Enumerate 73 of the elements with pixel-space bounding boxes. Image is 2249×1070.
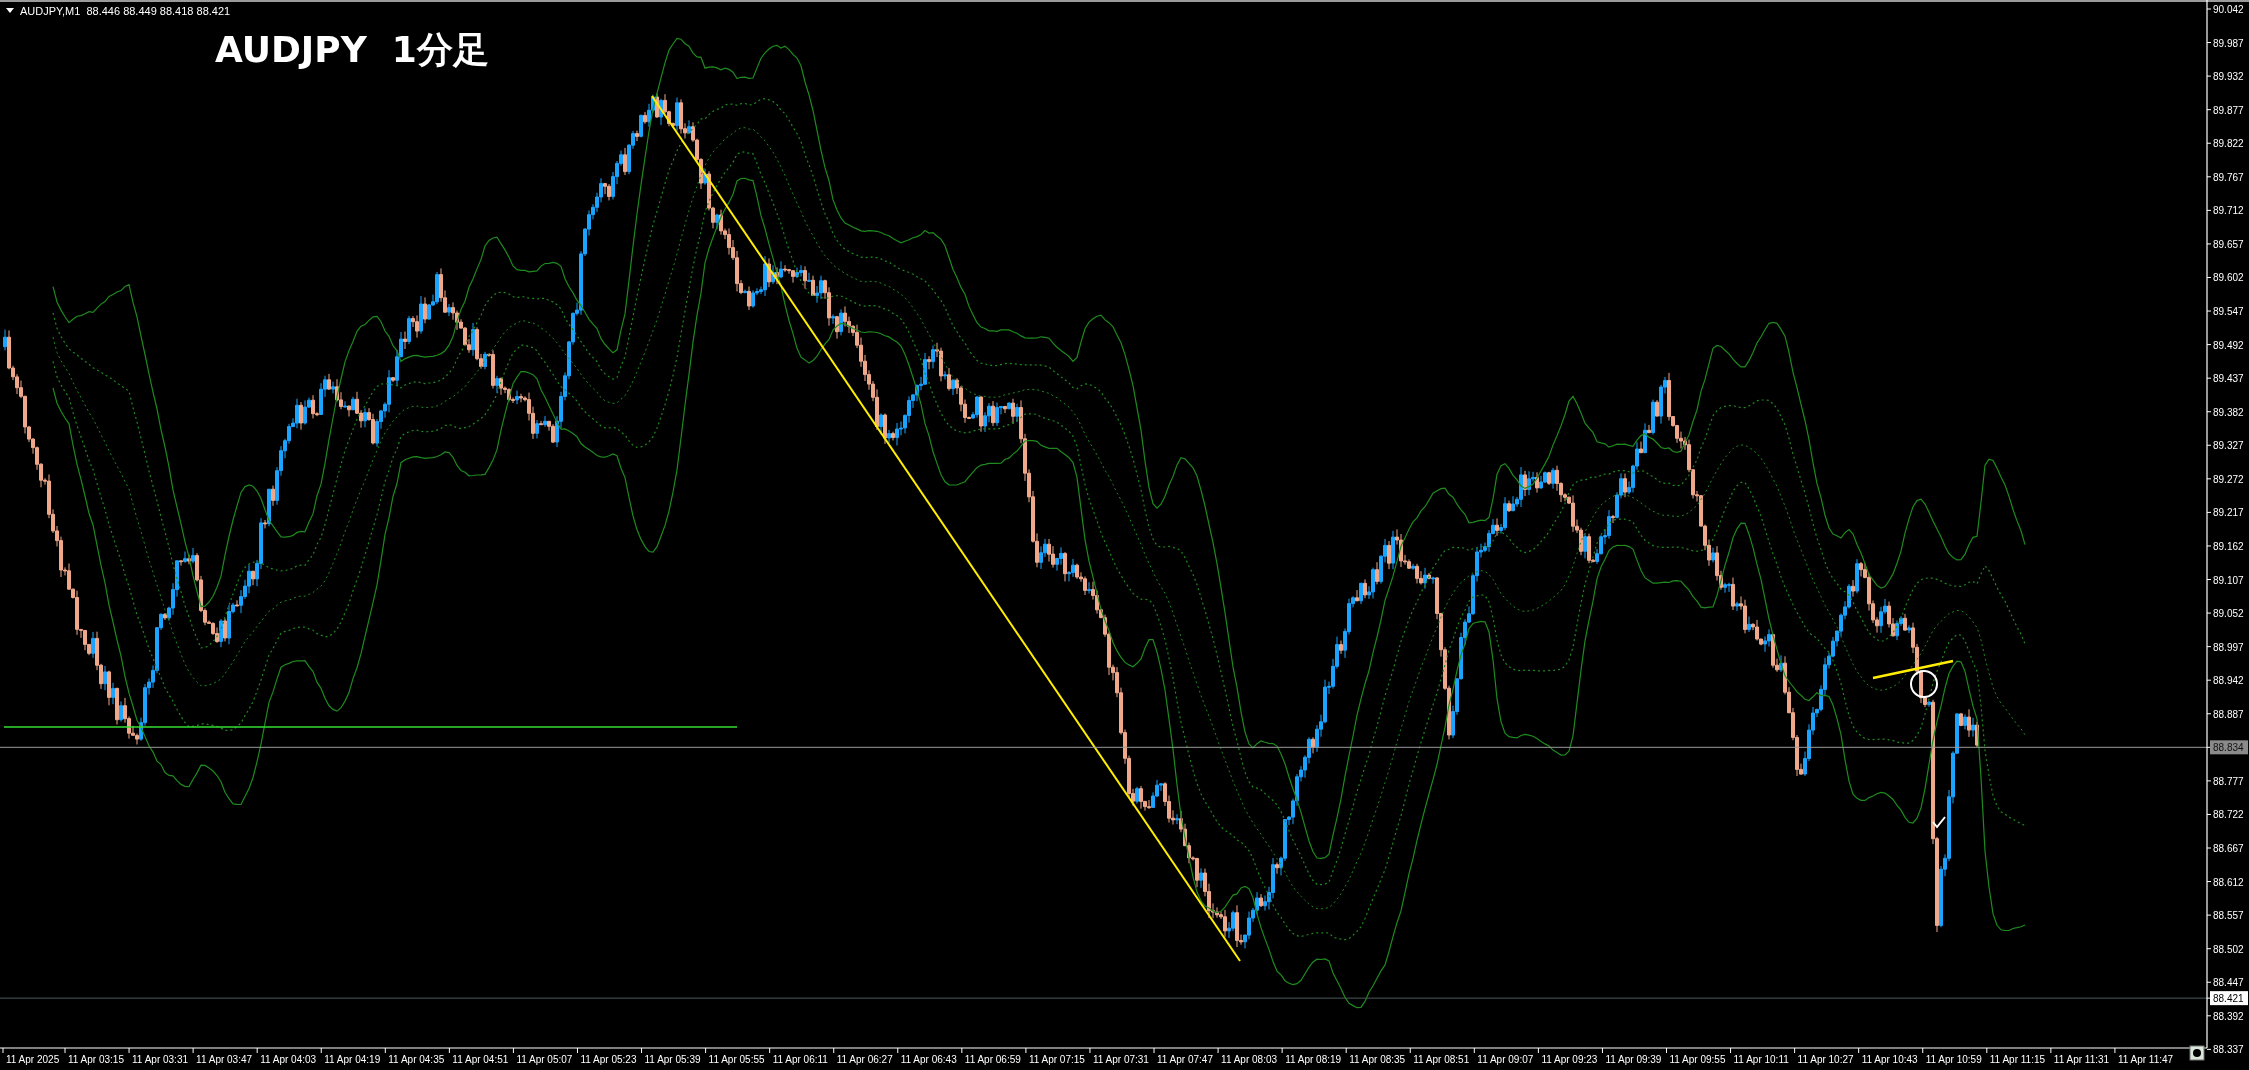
time-label: 11 Apr 08:51 [1413,1054,1470,1065]
time-label: 11 Apr 11:47 [2117,1054,2174,1065]
price-label: 89.712 [2213,205,2244,217]
check-icon [1932,816,1946,829]
time-label: 11 Apr 05:55 [708,1054,765,1065]
price-label: 88.557 [2213,910,2244,922]
time-label: 11 Apr 04:35 [388,1054,445,1065]
time-label: 11 Apr 07:47 [1157,1054,1213,1065]
price-label: 89.657 [2213,238,2244,250]
time-label: 11 Apr 04:03 [260,1054,317,1065]
time-label: 11 Apr 10:59 [1925,1054,1982,1065]
time-label: 11 Apr 04:19 [324,1054,381,1065]
price-label: 88.777 [2213,775,2244,787]
time-label: 11 Apr 07:31 [1092,1054,1149,1065]
time-label: 11 Apr 09:55 [1669,1054,1726,1065]
time-label: 11 Apr 06:43 [900,1054,957,1065]
price-label: 90.042 [2213,4,2244,15]
price-label: 89.547 [2213,306,2244,318]
dropdown-icon[interactable] [6,8,14,13]
price-label: 88.502 [2213,943,2244,955]
time-label: 11 Apr 03:31 [132,1054,189,1065]
time-label: 11 Apr 05:39 [644,1054,701,1065]
symbol-info: AUDJPY,M1 88.446 88.449 88.418 88.421 [20,5,231,17]
time-label: 11 Apr 08:35 [1349,1054,1406,1065]
price-label: 89.327 [2213,440,2244,452]
price-label: 88.447 [2213,977,2244,989]
price-label: 89.217 [2213,507,2244,519]
time-label: 11 Apr 09:23 [1541,1054,1598,1065]
price-label: 88.722 [2213,809,2244,821]
price-label: 89.492 [2213,339,2244,351]
price-label: 88.392 [2213,1010,2244,1022]
price-label: 89.877 [2213,104,2244,116]
price-marker: 88.834 [2210,740,2248,755]
time-label: 11 Apr 07:15 [1028,1054,1085,1065]
price-marker: 88.421 [2210,991,2248,1006]
price-label: 88.612 [2213,876,2244,888]
chart-title: AUDJPY 1分足 [215,29,489,70]
price-label: 88.997 [2213,641,2244,653]
time-label: 11 Apr 03:15 [68,1054,124,1065]
price-label: 89.822 [2213,138,2244,150]
time-label: 11 Apr 11:31 [2053,1054,2110,1065]
time-label: 11 Apr 05:07 [516,1054,573,1065]
price-label: 89.437 [2213,373,2244,385]
price-label: 89.382 [2213,406,2244,418]
price-label: 89.052 [2213,608,2244,620]
time-label: 11 Apr 05:23 [580,1054,637,1065]
price-label: 89.162 [2213,540,2244,552]
time-label: 11 Apr 03:47 [196,1054,253,1065]
price-label: 89.932 [2213,71,2244,83]
price-label: 88.337 [2213,1044,2244,1056]
price-label: 89.272 [2213,473,2244,485]
price-label: 89.602 [2213,272,2244,284]
scroll-marker-icon[interactable] [2189,1045,2205,1061]
time-label: 11 Apr 10:11 [1733,1054,1789,1065]
time-label: 11 Apr 10:27 [1797,1054,1854,1065]
price-label: 89.107 [2213,574,2244,586]
time-label: 11 Apr 2025 [6,1054,60,1065]
price-label: 88.942 [2213,675,2244,687]
price-label: 89.987 [2213,37,2244,49]
time-label: 11 Apr 10:43 [1861,1054,1918,1065]
time-label: 11 Apr 08:03 [1221,1054,1278,1065]
price-label: 89.767 [2213,171,2244,183]
time-label: 11 Apr 08:19 [1285,1054,1342,1065]
circle-marker [1910,670,1938,698]
time-label: 11 Apr 06:59 [964,1054,1021,1065]
time-label: 11 Apr 09:39 [1605,1054,1662,1065]
price-label: 88.887 [2213,708,2244,720]
time-label: 11 Apr 06:27 [836,1054,893,1065]
time-label: 11 Apr 06:11 [772,1054,828,1065]
time-label: 11 Apr 04:51 [452,1054,509,1065]
time-label: 11 Apr 09:07 [1477,1054,1534,1065]
time-label: 11 Apr 11:15 [1989,1054,2046,1065]
price-label: 88.667 [2213,843,2244,854]
